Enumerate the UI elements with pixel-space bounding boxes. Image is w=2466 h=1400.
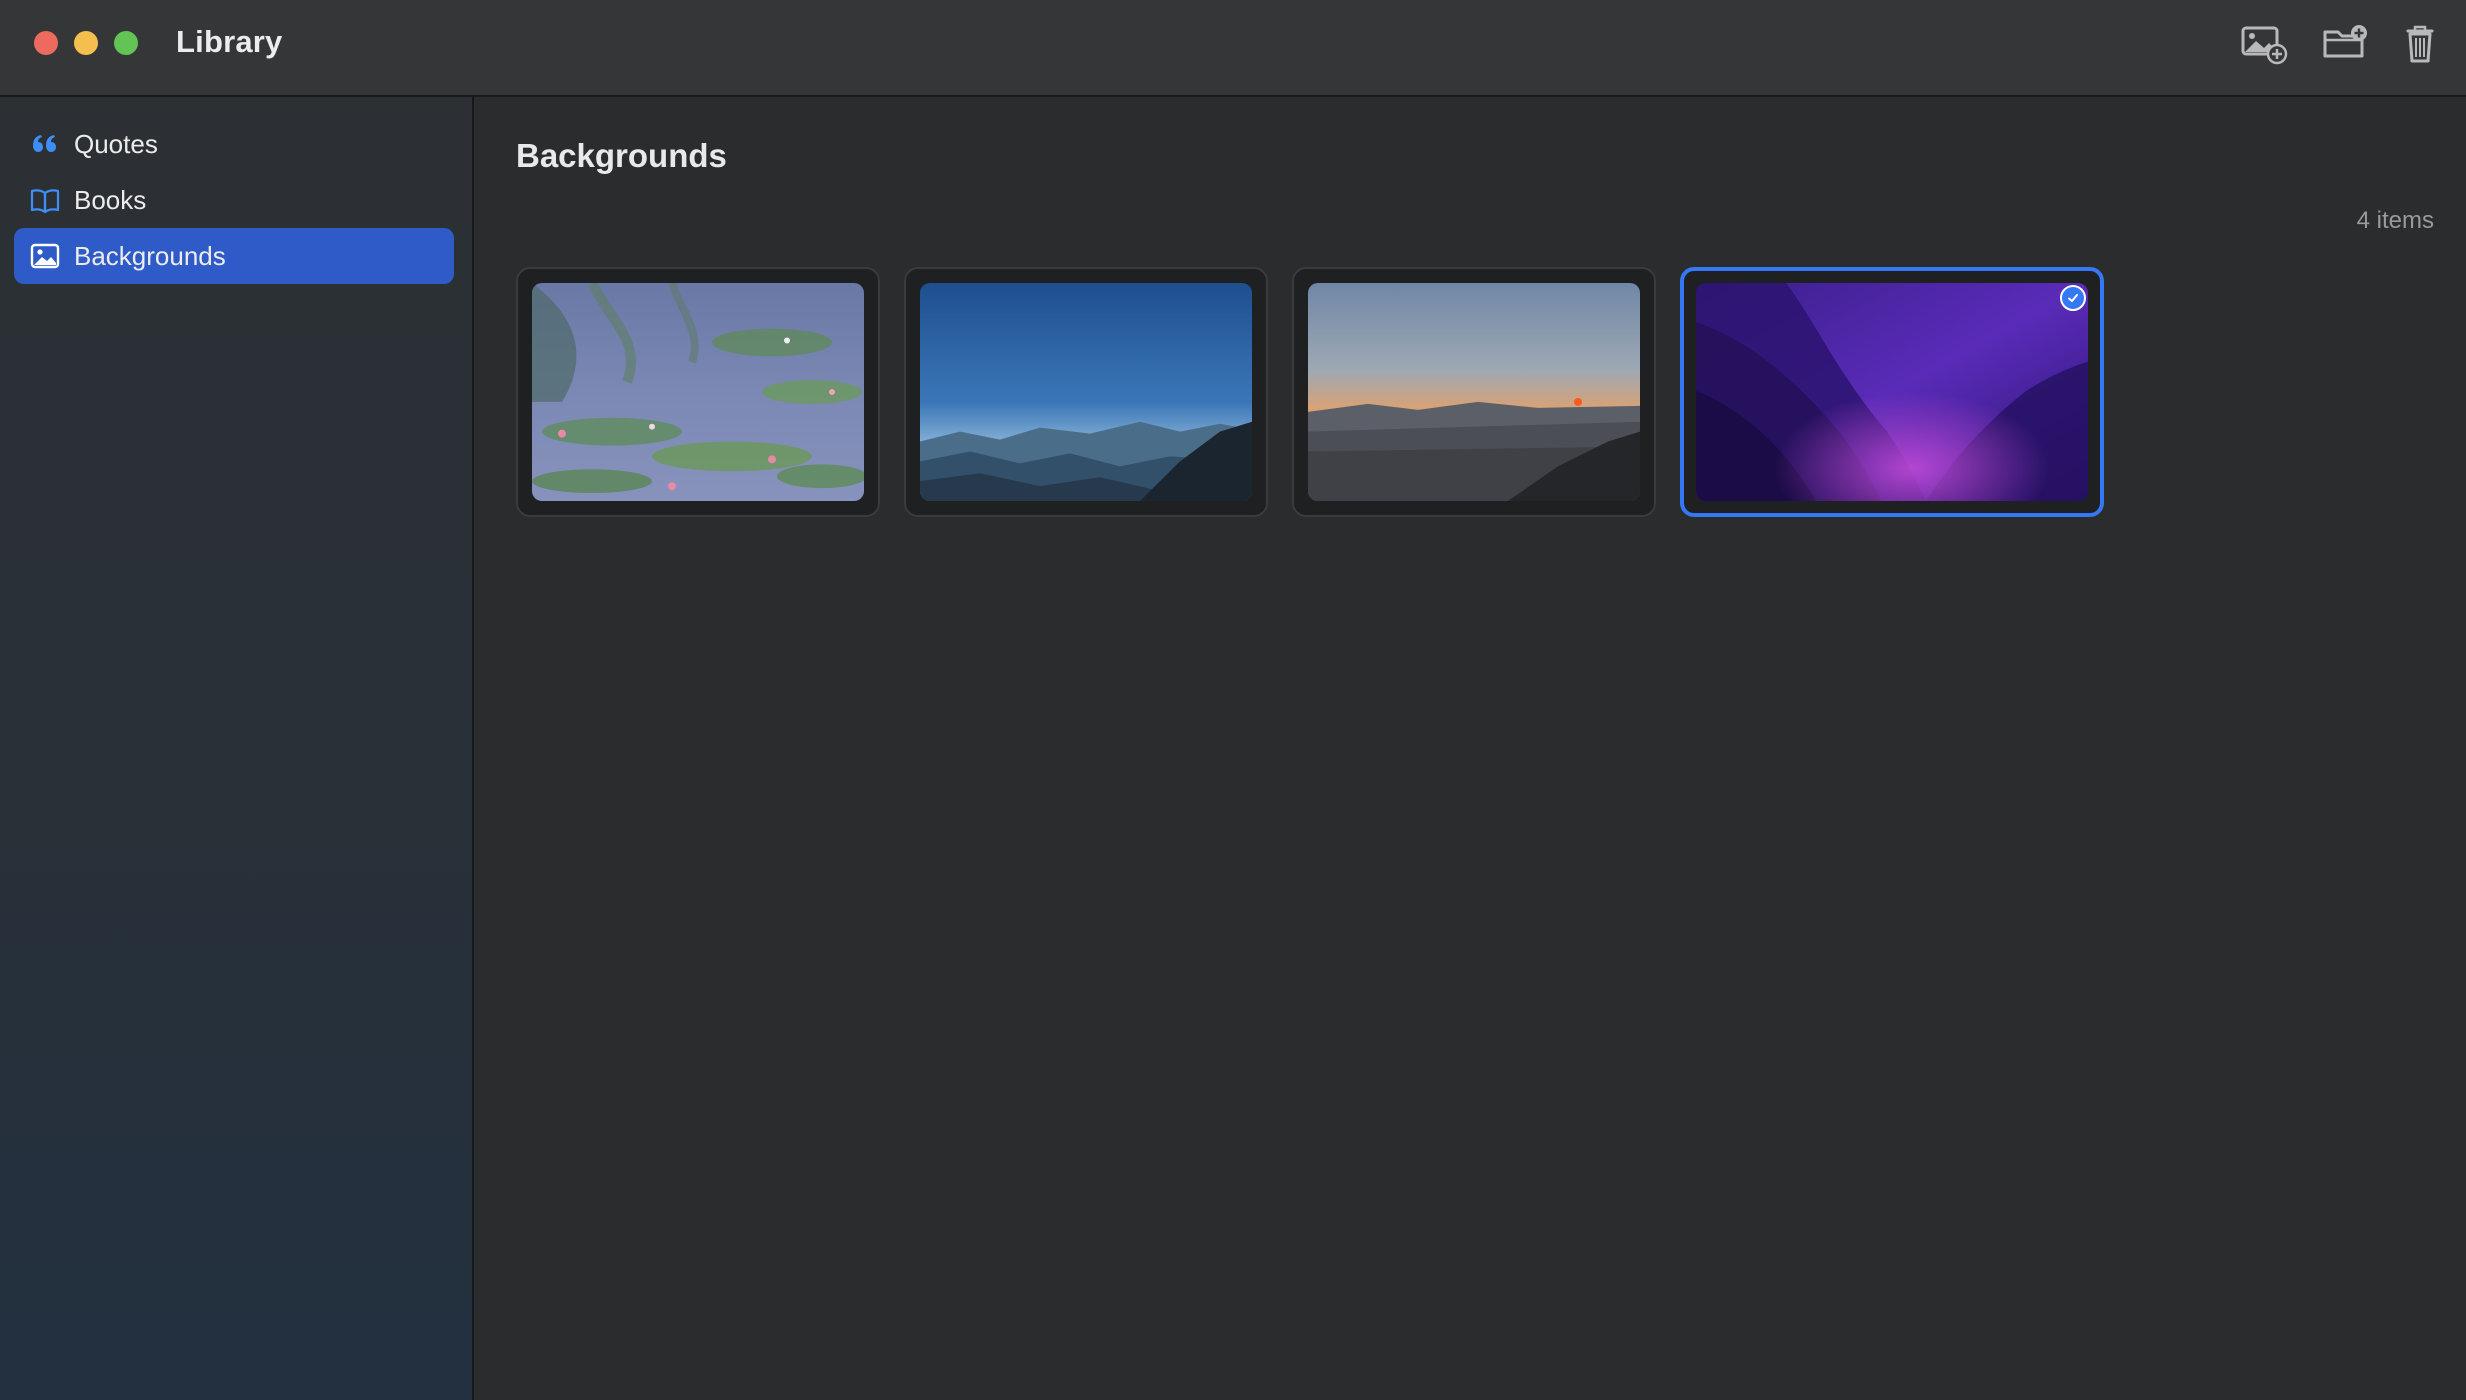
sidebar: Quotes Books Backgrounds <box>0 97 474 1400</box>
main-content: Backgrounds 4 items <box>476 97 2466 1400</box>
sidebar-item-quotes[interactable]: Quotes <box>14 116 454 172</box>
trash-button[interactable] <box>2392 20 2448 68</box>
title-bar: Library <box>0 0 2466 97</box>
item-count: 4 items <box>2356 207 2434 234</box>
thumbnail-image <box>1308 283 1640 501</box>
sidebar-item-label: Backgrounds <box>74 241 226 271</box>
quote-icon <box>30 130 60 158</box>
minimize-window-button[interactable] <box>74 31 98 55</box>
page-title: Backgrounds <box>516 137 727 174</box>
window-title: Library <box>176 24 283 59</box>
app-window: Library Quotes Books Backgrounds Backgro… <box>0 0 2466 1400</box>
thumbnail-image <box>1696 283 2088 501</box>
sidebar-item-label: Quotes <box>74 129 158 159</box>
thumbnail-image <box>920 283 1252 501</box>
sidebar-item-backgrounds[interactable]: Backgrounds <box>14 228 454 284</box>
zoom-window-button[interactable] <box>114 31 138 55</box>
photo-icon <box>30 242 60 270</box>
add-folder-button[interactable] <box>2318 20 2374 68</box>
checkmark-icon <box>2060 285 2086 311</box>
background-thumbnail-selected[interactable] <box>1680 267 2104 517</box>
background-thumbnail[interactable] <box>904 267 1268 517</box>
thumbnail-image <box>532 283 864 501</box>
sidebar-item-books[interactable]: Books <box>14 172 454 228</box>
trash-icon <box>2406 25 2434 63</box>
folder-badge-plus-icon <box>2323 25 2367 58</box>
add-image-button[interactable] <box>2236 20 2292 68</box>
photo-badge-plus-icon <box>2241 26 2288 65</box>
background-thumbnail[interactable] <box>1292 267 1656 517</box>
close-window-button[interactable] <box>34 31 58 55</box>
book-icon <box>30 186 60 214</box>
sidebar-item-label: Books <box>74 185 147 215</box>
background-thumbnail[interactable] <box>516 267 880 517</box>
